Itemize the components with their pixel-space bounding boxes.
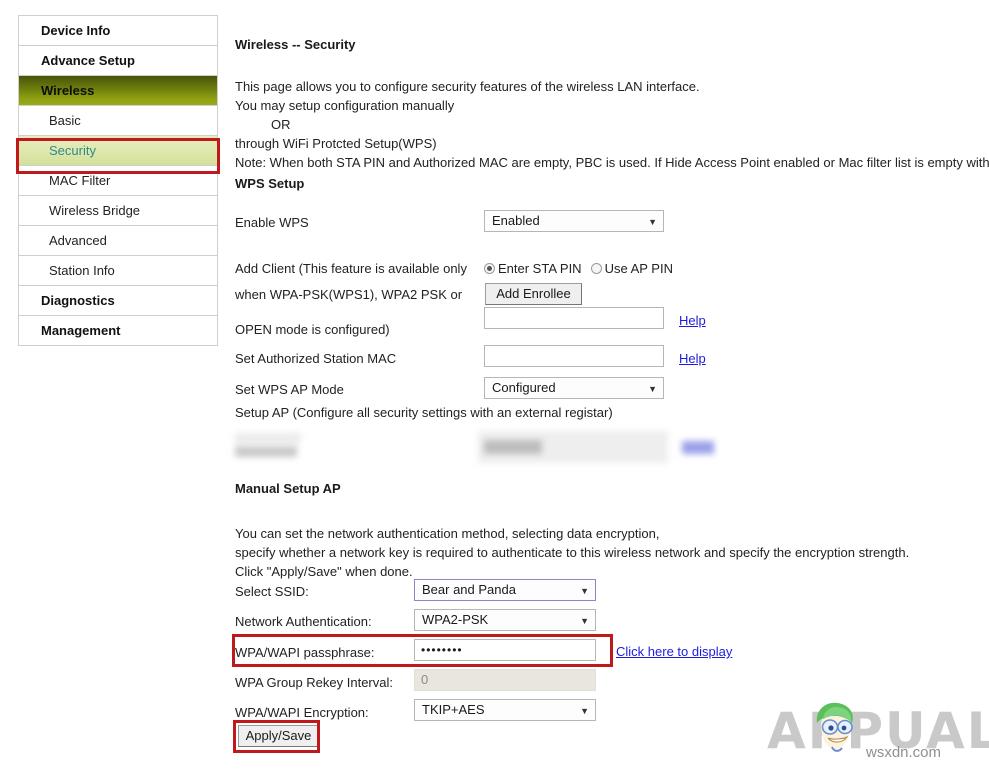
enable-wps-label: Enable WPS [235, 215, 309, 230]
sidebar-item-label: Diagnostics [41, 293, 115, 308]
add-client-radio-group: Enter STA PIN Use AP PIN [484, 261, 673, 276]
sidebar-item-label: Device Info [41, 23, 110, 38]
page-title: Wireless -- Security [235, 37, 356, 52]
passphrase-value: •••••••• [421, 643, 463, 657]
chevron-down-icon: ▼ [580, 580, 589, 601]
sta-pin-input[interactable] [484, 307, 664, 329]
sidebar-item-security[interactable]: Security [19, 136, 217, 166]
authorized-station-mac-input[interactable] [484, 345, 664, 367]
sidebar-item-management[interactable]: Management [19, 316, 217, 346]
enable-wps-value: Enabled [492, 213, 540, 228]
help-link-sta-pin[interactable]: Help [679, 313, 706, 328]
sidebar-item-mac-filter[interactable]: MAC Filter [19, 166, 217, 196]
intro-line-5: Note: When both STA PIN and Authorized M… [235, 153, 989, 172]
help-link-authorized-mac[interactable]: Help [679, 351, 706, 366]
redacted-label-top [235, 433, 301, 444]
chevron-down-icon: ▼ [648, 211, 657, 232]
setup-ap-note: Setup AP (Configure all security setting… [235, 405, 613, 420]
redacted-link[interactable] [682, 441, 714, 454]
radio-enter-sta-pin-label: Enter STA PIN [498, 261, 582, 276]
sidebar-nav: Device Info Advance Setup Wireless Basic… [18, 15, 218, 346]
add-enrollee-button[interactable]: Add Enrollee [485, 283, 582, 305]
sidebar-item-station-info[interactable]: Station Info [19, 256, 217, 286]
select-ssid-dropdown[interactable]: Bear and Panda ▼ [414, 579, 596, 601]
sidebar-item-wireless[interactable]: Wireless [19, 76, 217, 106]
watermark: APPUALS wsxdn.com [757, 697, 989, 769]
wps-ap-mode-select[interactable]: Configured ▼ [484, 377, 664, 399]
encryption-label: WPA/WAPI Encryption: [235, 705, 369, 720]
sidebar-item-device-info[interactable]: Device Info [19, 16, 217, 46]
sidebar-item-label: Management [41, 323, 120, 338]
manual-setup-heading: Manual Setup AP [235, 481, 341, 496]
page-intro: This page allows you to configure securi… [235, 77, 989, 172]
manual-setup-description: You can set the network authentication m… [235, 524, 909, 581]
sidebar-item-advance-setup[interactable]: Advance Setup [19, 46, 217, 76]
sidebar-item-label: Basic [49, 113, 81, 128]
radio-use-ap-pin[interactable] [591, 263, 602, 274]
sidebar-item-basic[interactable]: Basic [19, 106, 217, 136]
main-content: Wireless -- Security This page allows yo… [235, 0, 989, 769]
authorized-station-mac-label: Set Authorized Station MAC [235, 351, 396, 366]
add-client-label-line1: Add Client (This feature is available on… [235, 261, 467, 276]
sidebar-item-label: Security [49, 143, 96, 158]
sidebar-item-advanced[interactable]: Advanced [19, 226, 217, 256]
passphrase-label: WPA/WAPI passphrase: [235, 645, 374, 660]
sidebar-item-label: Wireless [41, 83, 94, 98]
chevron-down-icon: ▼ [580, 700, 589, 721]
intro-line-1: This page allows you to configure securi… [235, 77, 989, 96]
appuals-mascot-icon [805, 697, 867, 759]
intro-line-2: You may setup configuration manually [235, 96, 989, 115]
redacted-input-text [484, 440, 542, 454]
intro-line-4: through WiFi Protcted Setup(WPS) [235, 134, 989, 153]
sidebar-item-wireless-bridge[interactable]: Wireless Bridge [19, 196, 217, 226]
sidebar-item-label: Advance Setup [41, 53, 135, 68]
network-authentication-label: Network Authentication: [235, 614, 372, 629]
sidebar-item-diagnostics[interactable]: Diagnostics [19, 286, 217, 316]
network-authentication-dropdown[interactable]: WPA2-PSK ▼ [414, 609, 596, 631]
rekey-interval-label: WPA Group Rekey Interval: [235, 675, 393, 690]
radio-enter-sta-pin[interactable] [484, 263, 495, 274]
rekey-interval-value: 0 [421, 672, 428, 687]
sidebar-item-label: Station Info [49, 263, 115, 278]
enable-wps-select[interactable]: Enabled ▼ [484, 210, 664, 232]
rekey-interval-input[interactable]: 0 [414, 669, 596, 691]
redacted-label-bottom [235, 446, 297, 457]
add-client-label-line2: when WPA-PSK(WPS1), WPA2 PSK or [235, 287, 462, 302]
select-ssid-label: Select SSID: [235, 584, 309, 599]
wps-ap-mode-label: Set WPS AP Mode [235, 382, 344, 397]
chevron-down-icon: ▼ [580, 610, 589, 631]
select-ssid-value: Bear and Panda [422, 582, 516, 597]
wps-ap-mode-value: Configured [492, 380, 556, 395]
encryption-value: TKIP+AES [422, 702, 485, 717]
click-here-to-display-link[interactable]: Click here to display [616, 644, 732, 659]
passphrase-input[interactable]: •••••••• [414, 639, 596, 661]
radio-use-ap-pin-label: Use AP PIN [605, 261, 673, 276]
sidebar-item-label: MAC Filter [49, 173, 110, 188]
add-client-label-line3: OPEN mode is configured) [235, 322, 390, 337]
intro-line-3: OR [235, 115, 291, 134]
chevron-down-icon: ▼ [648, 378, 657, 399]
wps-setup-heading: WPS Setup [235, 176, 304, 191]
manual-desc-line-2: specify whether a network key is require… [235, 543, 909, 562]
apply-save-button[interactable]: Apply/Save [238, 725, 319, 747]
encryption-dropdown[interactable]: TKIP+AES ▼ [414, 699, 596, 721]
watermark-site: wsxdn.com [866, 744, 941, 761]
sidebar-item-label: Wireless Bridge [49, 203, 140, 218]
network-authentication-value: WPA2-PSK [422, 612, 488, 627]
sidebar-item-label: Advanced [49, 233, 107, 248]
manual-desc-line-1: You can set the network authentication m… [235, 524, 909, 543]
